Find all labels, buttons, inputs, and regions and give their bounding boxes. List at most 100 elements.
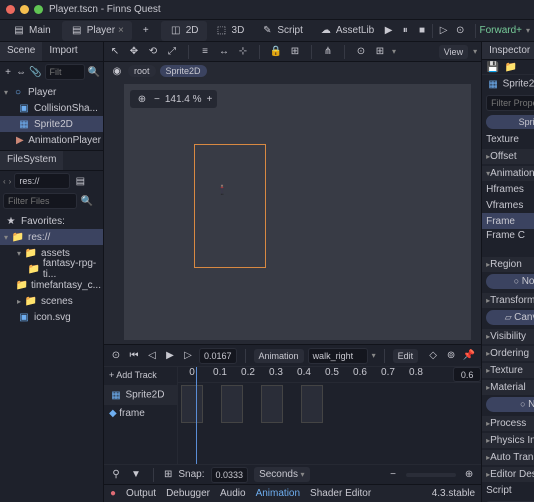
group-icon[interactable]: ⊞ bbox=[288, 45, 302, 59]
fwd-icon[interactable]: › bbox=[9, 177, 12, 186]
funnel-icon[interactable]: ▼ bbox=[129, 468, 143, 482]
prop-frame[interactable]: Frame⟲ 24 ◇ bbox=[482, 213, 534, 229]
add-track-button[interactable]: + Add Track bbox=[104, 367, 177, 383]
time-field[interactable]: 0.0167 bbox=[199, 348, 237, 364]
anim-length[interactable]: 0.6 bbox=[453, 367, 481, 382]
scene-tab-main[interactable]: ▤Main bbox=[4, 21, 59, 41]
zoom-slider[interactable] bbox=[406, 473, 456, 477]
maximize-icon[interactable] bbox=[34, 5, 43, 14]
tab-filesystem[interactable]: FileSystem bbox=[0, 151, 63, 170]
snap-icon[interactable]: ⊙ bbox=[354, 45, 368, 59]
search-icon[interactable]: 🔍 bbox=[88, 65, 100, 79]
zoom-out-icon[interactable]: − bbox=[386, 468, 400, 482]
group-animation[interactable]: ▾ Animation bbox=[482, 166, 534, 181]
list-icon[interactable]: ≡ bbox=[198, 45, 212, 59]
save-icon[interactable]: 💾 bbox=[486, 60, 500, 74]
scene-tab-player[interactable]: ▤Player × bbox=[62, 21, 132, 41]
prop-hframes[interactable]: Hframes⟲ 12 ◇ bbox=[482, 181, 534, 197]
filter-icon[interactable]: ⚲ bbox=[109, 468, 123, 482]
fs-item[interactable]: ▣icon.svg bbox=[0, 309, 103, 325]
fs-item[interactable]: 📁fantasy-rpg-ti... bbox=[0, 261, 103, 277]
prev-icon[interactable]: ◁ bbox=[145, 349, 159, 363]
lock-icon[interactable]: 🔒 bbox=[269, 45, 283, 59]
tab-animation[interactable]: Animation bbox=[256, 488, 300, 499]
add-scene-tab[interactable]: + bbox=[135, 21, 157, 41]
prop-framec[interactable]: Frame Cx 0 ◇ bbox=[482, 229, 534, 242]
prop-framec-y[interactable]: y 2 ◇ bbox=[482, 242, 534, 255]
group-ordering[interactable]: ▸ Ordering bbox=[482, 346, 534, 361]
tab-output[interactable]: Output bbox=[126, 488, 156, 499]
tree-node-sprite2d[interactable]: ▦Sprite2D bbox=[0, 116, 103, 132]
scale-icon[interactable]: ⤢ bbox=[165, 45, 179, 59]
snap-value[interactable]: 0.0333 bbox=[211, 467, 249, 483]
mode-assetlib[interactable]: ☁AssetLib bbox=[311, 21, 382, 41]
keyframe[interactable] bbox=[261, 385, 283, 423]
first-icon[interactable]: ⏮ bbox=[127, 349, 141, 363]
2d-viewport[interactable]: ⊕ − 141.4 % + bbox=[124, 84, 471, 340]
select-icon[interactable]: ↖ bbox=[108, 45, 122, 59]
tab-debugger[interactable]: Debugger bbox=[166, 488, 210, 499]
animation-menu[interactable]: Animation bbox=[254, 349, 304, 363]
crumb-sprite[interactable]: Sprite2D bbox=[160, 65, 207, 77]
rotate-icon[interactable]: ⟲ bbox=[146, 45, 160, 59]
search-icon[interactable]: 🔍 bbox=[80, 194, 94, 208]
grid-icon[interactable]: ⊞ bbox=[373, 45, 387, 59]
fs-item[interactable]: 📁timefantasy_c... bbox=[0, 277, 103, 293]
edit-menu[interactable]: Edit bbox=[393, 349, 419, 363]
keyframe[interactable] bbox=[221, 385, 243, 423]
timeline-ruler[interactable]: 00.10.20.30.40.50.60.70.8 0.6 bbox=[178, 367, 481, 383]
snap-toggle[interactable]: ⊞ bbox=[164, 469, 172, 480]
group-autotr[interactable]: ▸ Auto Translate bbox=[482, 450, 534, 465]
pause-icon[interactable]: ⏸ bbox=[399, 24, 412, 38]
zoom-pct[interactable]: 141.4 % bbox=[165, 94, 202, 105]
zoom-out-icon[interactable]: − bbox=[154, 94, 160, 105]
playhead[interactable] bbox=[196, 367, 197, 464]
mode-3d[interactable]: ⬚3D bbox=[207, 21, 253, 41]
eyedropper-icon[interactable]: ◉ bbox=[110, 64, 124, 78]
play-icon[interactable]: ▶ bbox=[163, 349, 177, 363]
movie-icon[interactable]: ⊙ bbox=[454, 24, 467, 38]
track-root[interactable]: ▦ Sprite2D bbox=[104, 385, 177, 405]
group-region[interactable]: ▸ Region bbox=[482, 257, 534, 272]
play-scene-icon[interactable]: ▷ bbox=[437, 24, 450, 38]
selection-rect[interactable] bbox=[194, 144, 266, 268]
move-icon[interactable]: ✥ bbox=[127, 45, 141, 59]
class-node[interactable]: ○ Node bbox=[486, 397, 534, 412]
zoom-in-icon[interactable]: + bbox=[207, 94, 213, 105]
group-transform[interactable]: ▸ Transform (1 change) bbox=[482, 293, 534, 308]
fs-item[interactable]: ▸📁scenes bbox=[0, 293, 103, 309]
group-offset[interactable]: ▸ Offset bbox=[482, 149, 534, 164]
scene-filter-input[interactable] bbox=[45, 64, 85, 80]
view-menu[interactable]: View bbox=[439, 45, 468, 59]
prop-vframes[interactable]: Vframes⟲ 8 ◇ bbox=[482, 197, 534, 213]
tab-import[interactable]: Import bbox=[42, 42, 84, 61]
renderer-dropdown[interactable]: Forward+ bbox=[480, 25, 523, 36]
keyframe[interactable] bbox=[181, 385, 203, 423]
crumb-root[interactable]: root bbox=[128, 65, 156, 77]
mode-script[interactable]: ✎Script bbox=[252, 21, 311, 41]
snap-unit[interactable]: Seconds ▾ bbox=[254, 467, 309, 482]
class-sprite2d[interactable]: Sprite2D bbox=[486, 115, 534, 129]
inspector-object[interactable]: ▦ Sprite2D ▾ ⋮ bbox=[482, 75, 534, 93]
stop-icon[interactable]: ■ bbox=[416, 24, 429, 38]
prop-texture[interactable]: Texture⟲ ▦ ▾ bbox=[482, 131, 534, 147]
prop-script[interactable]: Script<em bbox=[482, 482, 534, 498]
folder-icon[interactable]: 📁 bbox=[504, 60, 518, 74]
zoom-in-icon[interactable]: ⊕ bbox=[462, 468, 476, 482]
class-node2d[interactable]: ○ Node2D bbox=[486, 274, 534, 289]
attach-icon[interactable]: 📎 bbox=[29, 65, 41, 79]
group-editor-desc[interactable]: ▸ Editor Description bbox=[482, 467, 534, 482]
back-icon[interactable]: ‹ bbox=[3, 177, 6, 186]
tree-node-player[interactable]: ▾○Player bbox=[0, 84, 103, 100]
keyframe[interactable] bbox=[301, 385, 323, 423]
tab-scene[interactable]: Scene bbox=[0, 42, 42, 61]
link-icon[interactable]: ⇔ bbox=[16, 65, 26, 79]
split-icon[interactable]: ▤ bbox=[73, 174, 87, 188]
group-material[interactable]: ▸ Material bbox=[482, 380, 534, 395]
track-prop[interactable]: ◆ frame bbox=[104, 405, 177, 422]
add-icon[interactable]: + bbox=[3, 65, 13, 79]
group-process[interactable]: ▸ Process bbox=[482, 416, 534, 431]
group-physics[interactable]: ▸ Physics Interpolation bbox=[482, 433, 534, 448]
tab-inspector[interactable]: Inspector bbox=[482, 42, 534, 59]
onion-icon[interactable]: ⊚ bbox=[444, 349, 458, 363]
